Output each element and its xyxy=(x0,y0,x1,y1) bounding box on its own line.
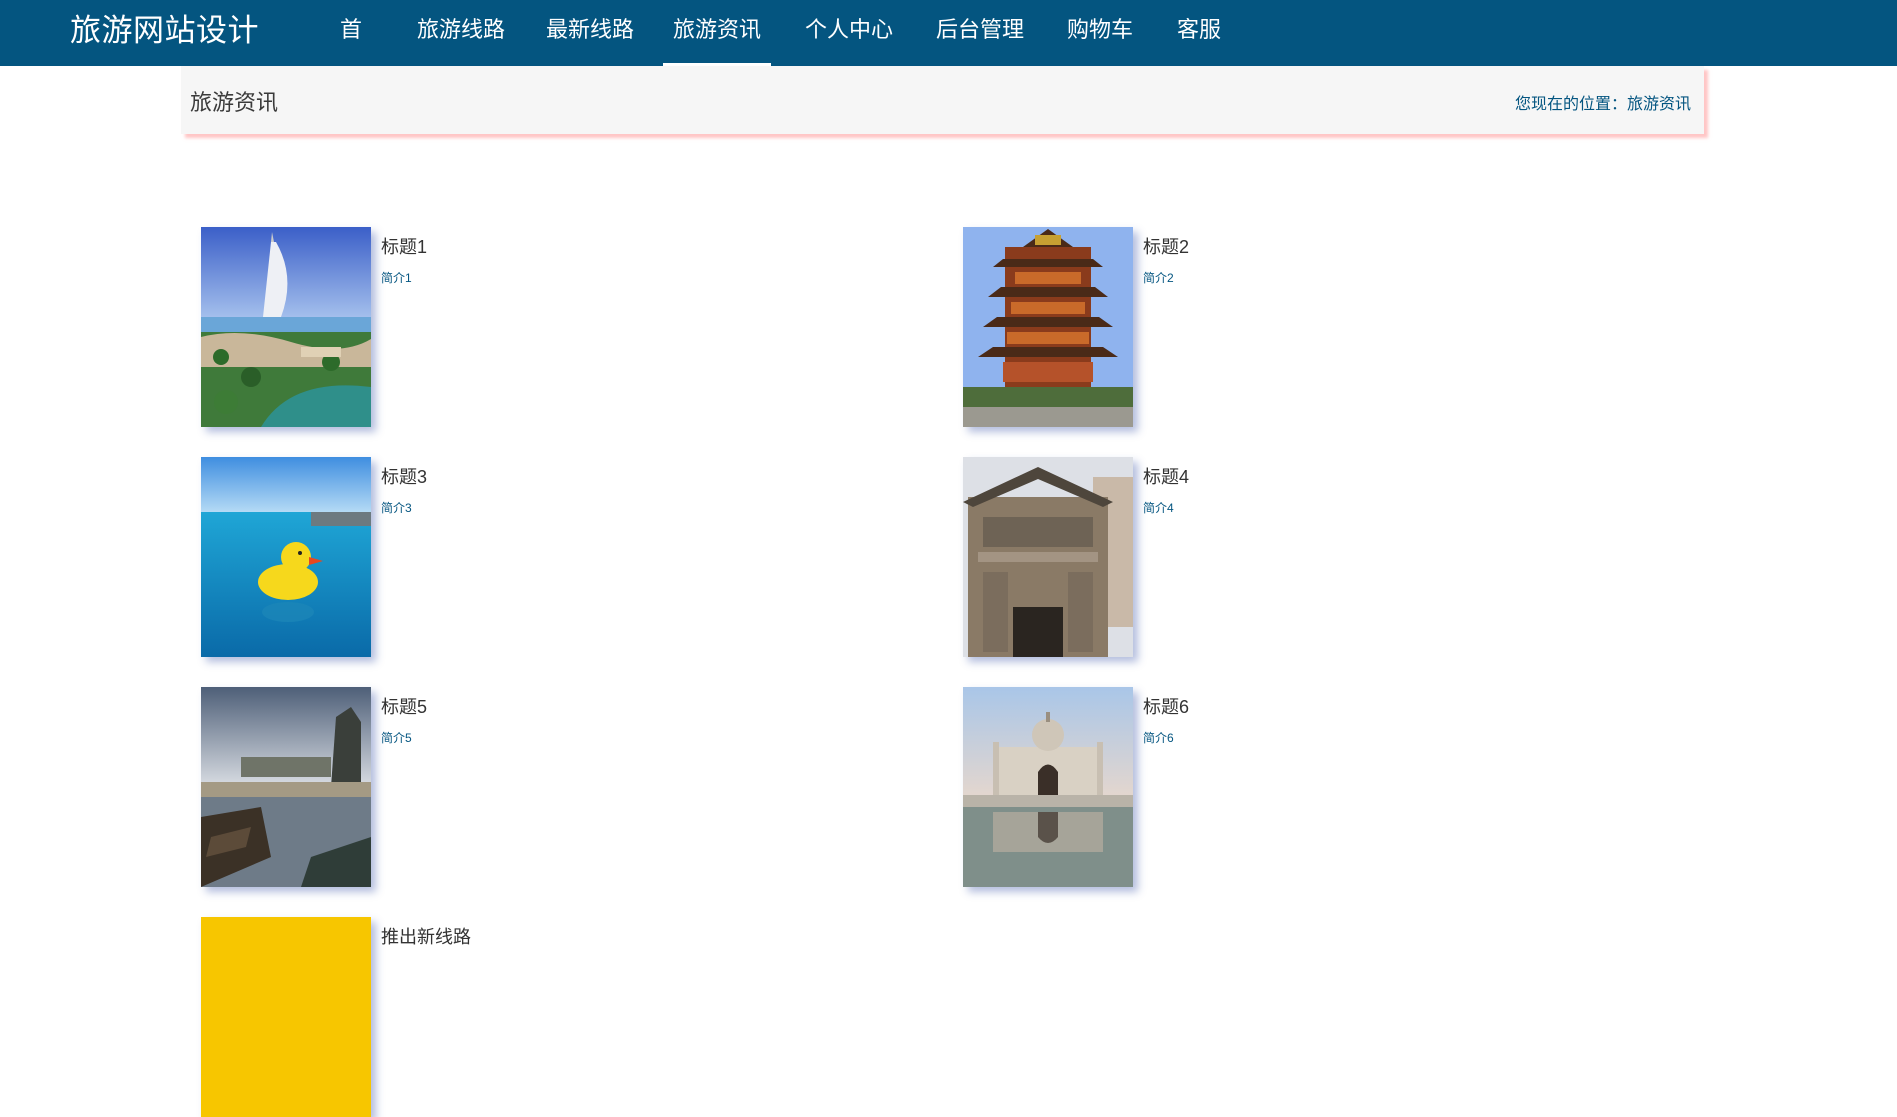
article-card[interactable]: 标题4 简介4 xyxy=(963,457,1723,657)
article-title[interactable]: 标题2 xyxy=(1143,233,1189,259)
nav-item-profile[interactable]: 个人中心 xyxy=(805,0,893,66)
article-thumbnail[interactable] xyxy=(201,917,371,1117)
article-card[interactable]: 标题3 简介3 xyxy=(201,457,961,657)
article-summary[interactable]: 简介3 xyxy=(381,499,412,516)
page-title: 旅游资讯 xyxy=(190,90,279,115)
site-brand[interactable]: 旅游网站设计 xyxy=(70,12,259,50)
article-thumbnail[interactable] xyxy=(963,687,1133,887)
article-summary[interactable]: 简介4 xyxy=(1143,499,1174,516)
article-title[interactable]: 标题5 xyxy=(381,693,427,719)
top-navbar: 旅游网站设计 首页 旅游线路 最新线路 旅游资讯 个人中心 后台管理 购物车 客… xyxy=(0,0,1897,102)
article-thumbnail[interactable] xyxy=(963,457,1133,657)
article-card[interactable]: 推出新线路 xyxy=(201,917,961,1117)
article-title[interactable]: 标题3 xyxy=(381,463,427,489)
article-title[interactable]: 推出新线路 xyxy=(381,923,471,949)
article-title[interactable]: 标题4 xyxy=(1143,463,1189,489)
page-header-panel: 旅游资讯 您现在的位置：旅游资讯 xyxy=(181,66,1704,134)
nav-item-cart[interactable]: 购物车 xyxy=(1067,0,1133,66)
article-thumbnail[interactable] xyxy=(201,687,371,887)
article-thumbnail[interactable] xyxy=(963,227,1133,427)
article-summary[interactable]: 简介5 xyxy=(381,729,412,746)
article-summary[interactable]: 简介2 xyxy=(1143,269,1174,286)
article-card[interactable]: 标题2 简介2 xyxy=(963,227,1723,427)
nav-item-home[interactable]: 首页 xyxy=(330,0,372,102)
nav-item-travel-news[interactable]: 旅游资讯 xyxy=(663,0,771,66)
nav-item-admin[interactable]: 后台管理 xyxy=(936,0,1024,66)
nav-item-service[interactable]: 客服 xyxy=(1177,0,1221,66)
article-card[interactable]: 标题1 简介1 xyxy=(201,227,961,427)
article-thumbnail[interactable] xyxy=(201,227,371,427)
nav-item-new-routes[interactable]: 最新线路 xyxy=(546,0,634,66)
article-summary[interactable]: 简介6 xyxy=(1143,729,1174,746)
article-title[interactable]: 标题6 xyxy=(1143,693,1189,719)
article-card[interactable]: 标题5 简介5 xyxy=(201,687,961,887)
breadcrumb[interactable]: 您现在的位置：旅游资讯 xyxy=(1515,90,1691,114)
article-card[interactable]: 标题6 简介6 xyxy=(963,687,1723,887)
article-summary[interactable]: 简介1 xyxy=(381,269,412,286)
article-thumbnail[interactable] xyxy=(201,457,371,657)
nav-item-routes[interactable]: 旅游线路 xyxy=(417,0,505,66)
article-title[interactable]: 标题1 xyxy=(381,233,427,259)
